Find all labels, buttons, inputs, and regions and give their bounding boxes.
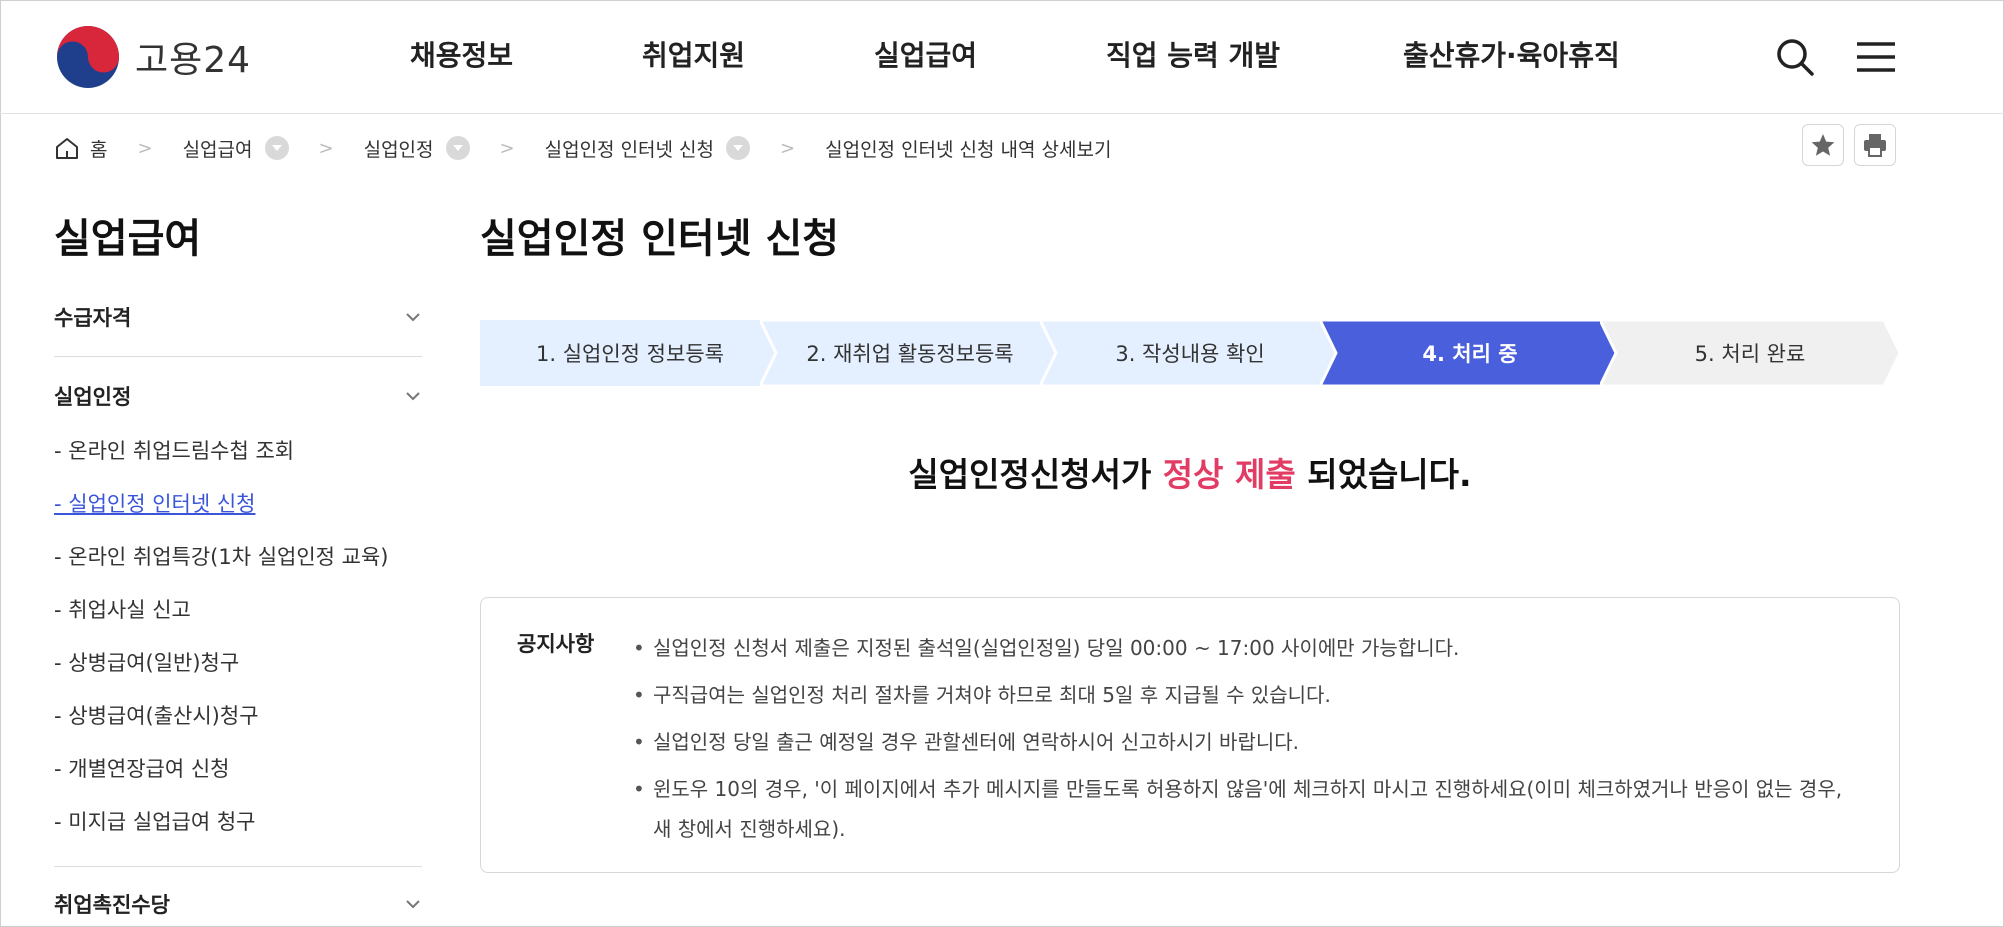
star-icon	[1811, 134, 1835, 156]
nav-item-parental-leave[interactable]: 출산휴가·육아휴직	[1403, 28, 1620, 84]
logo-text: 고용24	[135, 40, 252, 81]
sidebar-link-extended-benefit[interactable]: - 개별연장급여 신청	[54, 753, 230, 783]
chevron-right-icon: >	[780, 137, 796, 159]
taegeuk-emblem-icon	[57, 26, 119, 88]
step-1: 1. 실업인정 정보등록	[480, 320, 780, 386]
sidebar-link-employment-report[interactable]: - 취업사실 신고	[54, 594, 191, 624]
notice-label: 공지사항	[517, 632, 595, 656]
chevron-down-icon	[406, 900, 420, 909]
print-icon	[1864, 134, 1886, 157]
site-header: 고용24 채용정보 취업지원 실업급여 직업 능력 개발 출산휴가·육아휴직	[0, 0, 2004, 114]
chevron-down-icon[interactable]	[726, 136, 751, 160]
home-icon	[56, 138, 78, 159]
result-message: 실업인정신청서가 정상 제출 되었습니다.	[480, 448, 1900, 496]
breadcrumb-item-online-application[interactable]: 실업인정 인터넷 신청	[544, 135, 751, 162]
sidebar-link-sickness-general[interactable]: - 상병급여(일반)청구	[54, 647, 239, 677]
step-2: 2. 재취업 활동정보등록	[760, 320, 1060, 386]
step-label: 3. 작성내용 확인	[1115, 342, 1265, 366]
step-label: 4. 처리 중	[1422, 342, 1518, 366]
step-label: 1. 실업인정 정보등록	[536, 342, 724, 366]
notice-item: 실업인정 당일 출근 예정일 경우 관할센터에 연락하시어 신고하시기 바랍니다…	[633, 722, 1853, 762]
result-text: 실업인정신청서가	[908, 455, 1163, 494]
sidebar-group-incentive[interactable]: 취업촉진수당	[54, 889, 422, 919]
sidebar-group-label: 수급자격	[54, 306, 132, 330]
notice-list: 실업인정 신청서 제출은 지정된 출석일(실업인정일) 당일 00:00 ~ 1…	[633, 628, 1853, 856]
sidebar-group-certification[interactable]: 실업인정	[54, 381, 422, 411]
breadcrumb-home-label: 홈	[90, 138, 108, 161]
divider	[54, 866, 422, 867]
result-text: 되었습니다.	[1295, 455, 1472, 494]
step-5: 5. 처리 완료	[1600, 320, 1900, 386]
breadcrumb-label: 실업인정 인터넷 신청 내역 상세보기	[825, 138, 1112, 161]
notice-item: 실업인정 신청서 제출은 지정된 출석일(실업인정일) 당일 00:00 ~ 1…	[633, 628, 1853, 668]
nav-item-skills-development[interactable]: 직업 능력 개발	[1106, 28, 1280, 84]
breadcrumb-item-current: 실업인정 인터넷 신청 내역 상세보기	[825, 135, 1111, 162]
sidebar-link-online-application[interactable]: - 실업인정 인터넷 신청	[54, 488, 255, 518]
favorite-button[interactable]	[1802, 124, 1844, 166]
breadcrumb-label: 실업인정	[363, 138, 434, 161]
progress-steps: 1. 실업인정 정보등록 2. 재취업 활동정보등록 3. 작성내용 확인 4.…	[480, 320, 1900, 386]
step-4-current: 4. 처리 중	[1320, 320, 1620, 386]
site-logo[interactable]: 고용24	[55, 24, 275, 90]
divider	[54, 356, 422, 357]
sidebar-link-unpaid-benefit[interactable]: - 미지급 실업급여 청구	[54, 806, 255, 836]
chevron-right-icon: >	[137, 137, 153, 159]
step-3: 3. 작성내용 확인	[1040, 320, 1340, 386]
sidebar-link-online-lecture[interactable]: - 온라인 취업특강(1차 실업인정 교육)	[54, 541, 389, 571]
chevron-right-icon: >	[318, 137, 334, 159]
breadcrumb-home[interactable]: 홈	[54, 135, 107, 162]
notice-item: 구직급여는 실업인정 처리 절차를 거쳐야 하므로 최대 5일 후 지급될 수 …	[633, 675, 1853, 715]
chevron-down-icon[interactable]	[264, 136, 289, 160]
breadcrumb-label: 실업인정 인터넷 신청	[544, 138, 715, 161]
sidebar-group-label: 취업촉진수당	[54, 893, 170, 917]
breadcrumb-label: 실업급여	[182, 138, 253, 161]
nav-item-employment-support[interactable]: 취업지원	[642, 28, 745, 84]
page-title: 실업인정 인터넷 신청	[480, 216, 840, 262]
breadcrumb-item-unemployment-benefits[interactable]: 실업급여	[183, 135, 289, 162]
nav-item-unemployment-benefits[interactable]: 실업급여	[874, 28, 977, 84]
chevron-down-icon	[406, 313, 420, 322]
step-label: 5. 처리 완료	[1694, 342, 1806, 366]
breadcrumb: 홈 > 실업급여 > 실업인정 > 실업인정 인터넷 신청 > 실업인정 인터넷…	[54, 130, 1111, 166]
breadcrumb-item-unemployment-certification[interactable]: 실업인정	[364, 135, 470, 162]
search-icon[interactable]	[1772, 34, 1818, 80]
notice-box: 공지사항 실업인정 신청서 제출은 지정된 출석일(실업인정일) 당일 00:0…	[480, 597, 1900, 873]
print-button[interactable]	[1854, 124, 1896, 166]
sidebar-group-label: 실업인정	[54, 385, 132, 409]
chevron-down-icon	[406, 392, 420, 401]
nav-item-jobs[interactable]: 채용정보	[410, 28, 513, 84]
chevron-down-icon[interactable]	[445, 136, 470, 160]
sidebar-group-eligibility[interactable]: 수급자격	[54, 302, 422, 332]
sidebar-link-sickness-childbirth[interactable]: - 상병급여(출산시)청구	[54, 700, 259, 730]
sidebar-link-dream-notebook[interactable]: - 온라인 취업드림수첩 조회	[54, 435, 294, 465]
notice-item: 윈도우 10의 경우, '이 페이지에서 추가 메시지를 만들도록 허용하지 않…	[633, 769, 1853, 849]
result-highlight: 정상 제출	[1162, 455, 1296, 494]
chevron-right-icon: >	[499, 137, 515, 159]
sidebar-title: 실업급여	[54, 216, 202, 262]
menu-icon[interactable]	[1853, 34, 1899, 80]
step-label: 2. 재취업 활동정보등록	[806, 342, 1014, 366]
